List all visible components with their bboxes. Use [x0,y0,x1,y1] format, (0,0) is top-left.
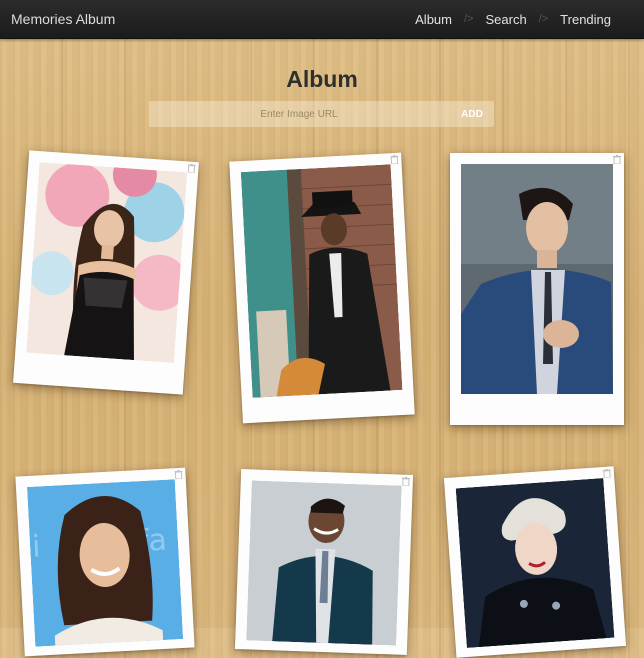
trash-icon[interactable] [602,468,612,479]
photo-card [443,466,627,658]
nav-album-link[interactable]: Album [411,12,456,27]
brand-title[interactable]: Memories Album [11,11,115,27]
trash-icon[interactable] [390,154,399,165]
nav-separator: /> [464,13,474,25]
photo-card [229,152,415,424]
nav-search-link[interactable]: Search [481,12,530,27]
photo-card: fa i [15,467,195,657]
photo-card [234,469,414,655]
top-navbar: Memories Album Album /> Search /> Trendi… [0,0,644,39]
photo-image[interactable]: fa i [26,479,184,647]
svg-text:i: i [31,529,41,564]
trash-icon[interactable] [174,469,183,480]
nav-separator: /> [538,13,549,25]
add-image-button[interactable]: ADD [450,101,494,127]
nav-trending-link[interactable]: Trending [556,12,644,27]
photo-image[interactable] [240,164,403,398]
trash-icon[interactable] [187,163,196,173]
photo-image[interactable] [461,164,613,394]
trash-icon[interactable] [401,476,410,486]
image-url-input[interactable] [149,101,449,127]
trash-icon[interactable] [613,155,621,164]
page-title: Album [286,66,358,92]
photo-card [13,150,199,395]
photo-image[interactable] [26,162,188,363]
main-nav: Album /> Search /> Trending [411,0,644,38]
photo-image[interactable] [455,478,615,648]
photo-image[interactable] [246,480,402,646]
photo-card [450,153,624,425]
image-url-form: ADD [149,101,494,127]
